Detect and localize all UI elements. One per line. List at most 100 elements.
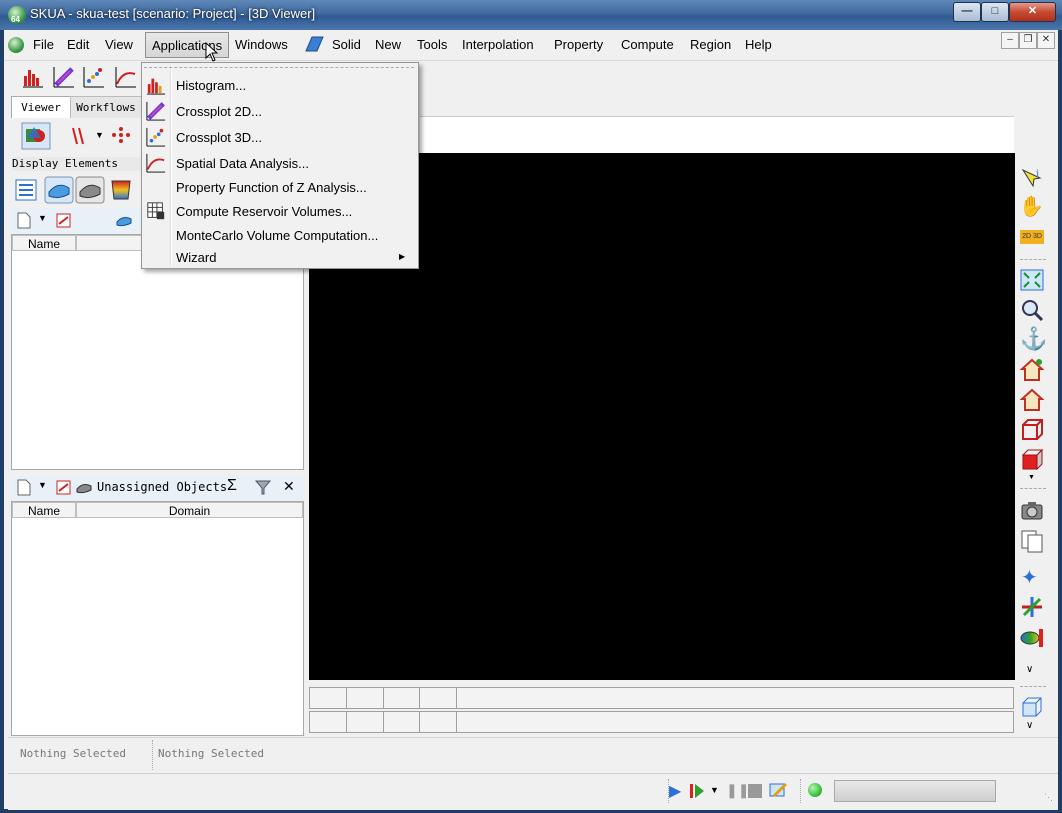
- menu-file[interactable]: File: [33, 37, 54, 52]
- histogram-icon[interactable]: [22, 66, 44, 88]
- play-icon[interactable]: ▶: [669, 781, 681, 801]
- play-dropdown-arrow-icon[interactable]: ▼: [710, 785, 719, 795]
- sum-icon[interactable]: Σ: [227, 477, 237, 495]
- menu-item-histogram[interactable]: Histogram...: [176, 78, 246, 93]
- menu-item-montecarlo-volume[interactable]: MonteCarlo Volume Computation...: [176, 228, 378, 243]
- surface-display-icon[interactable]: [44, 176, 74, 204]
- tab-workflows[interactable]: Workflows: [70, 96, 142, 120]
- grid-cell: [456, 711, 1014, 733]
- cube-view-icon[interactable]: [1020, 695, 1044, 719]
- new-document-icon[interactable]: [17, 212, 31, 229]
- funnel-filter-icon[interactable]: [255, 480, 271, 495]
- menu-item-spatial-data-analysis[interactable]: Spatial Data Analysis...: [176, 156, 309, 171]
- compass-icon[interactable]: ✦: [1021, 565, 1038, 590]
- pause-icon[interactable]: ❚❚: [726, 782, 749, 799]
- menu-item-property-function-z[interactable]: Property Function of Z Analysis...: [176, 180, 367, 195]
- solid-small-icon[interactable]: [75, 480, 93, 495]
- filter-red-icon[interactable]: [56, 213, 71, 228]
- crossplot-3d-icon[interactable]: [83, 66, 105, 88]
- mdi-close-button[interactable]: ✕: [1037, 32, 1055, 49]
- menu-windows[interactable]: Windows: [235, 37, 288, 52]
- 2d-3d-toggle-icon[interactable]: 2D 3D: [1020, 230, 1044, 244]
- select-objects-icon[interactable]: [21, 122, 51, 150]
- tear-off-line[interactable]: [144, 67, 414, 68]
- grid-cell: [419, 687, 457, 709]
- status-selection-left: Nothing Selected: [20, 747, 126, 760]
- edit-script-icon[interactable]: [768, 780, 788, 800]
- display-elements-toolbar: [11, 173, 141, 207]
- camera-icon[interactable]: [1020, 499, 1044, 521]
- menu-bar: File Edit View Applications Windows Soli…: [4, 30, 1058, 61]
- menu-new[interactable]: New: [375, 37, 401, 52]
- menu-help[interactable]: Help: [745, 37, 772, 52]
- home-set-icon[interactable]: [1020, 358, 1044, 382]
- points-icon[interactable]: [109, 124, 133, 146]
- expand-more-icon-2[interactable]: ∨: [1026, 720, 1033, 731]
- menu-item-crossplot-2d[interactable]: Crossplot 2D...: [176, 104, 262, 119]
- colormap-legend-icon[interactable]: [1020, 626, 1044, 650]
- new-document-icon[interactable]: [17, 479, 31, 496]
- fit-view-icon[interactable]: [1020, 269, 1044, 291]
- zoom-icon[interactable]: [1020, 298, 1044, 322]
- pan-hand-icon[interactable]: ✋: [1019, 194, 1044, 219]
- menu-view[interactable]: View: [105, 37, 133, 52]
- new-dropdown-arrow-icon[interactable]: ▼: [38, 213, 47, 223]
- filter-red-icon[interactable]: [56, 480, 71, 495]
- property-colormap-icon[interactable]: [109, 178, 133, 202]
- maximize-button[interactable]: □: [981, 2, 1009, 22]
- well-dropdown-arrow-icon[interactable]: ▼: [95, 130, 104, 140]
- menu-region[interactable]: Region: [690, 37, 731, 52]
- mdi-minimize-button[interactable]: –: [1001, 32, 1019, 49]
- unassigned-objects-label: Unassigned Objects: [97, 480, 228, 494]
- viewer-tools-row: ▼: [11, 118, 141, 154]
- menu-item-compute-reservoir-volumes[interactable]: Compute Reservoir Volumes...: [176, 204, 352, 219]
- expand-more-icon[interactable]: ∨: [1026, 664, 1033, 675]
- lower-col-domain[interactable]: Domain: [76, 502, 303, 518]
- status-divider: [800, 779, 802, 803]
- crossplot-2d-icon: [146, 101, 166, 121]
- step-play-icon[interactable]: [688, 782, 706, 800]
- menu-compute[interactable]: Compute: [621, 37, 674, 52]
- menu-tools[interactable]: Tools: [417, 37, 447, 52]
- tab-viewer[interactable]: Viewer: [11, 96, 71, 119]
- grid-cell: [346, 711, 384, 733]
- menu-edit[interactable]: Edit: [67, 37, 89, 52]
- histogram-icon: [146, 78, 166, 95]
- grid-cell: [456, 687, 1014, 709]
- grid-volume-icon: [147, 202, 165, 220]
- upper-object-list: Name: [11, 234, 304, 470]
- menu-solid[interactable]: Solid: [332, 37, 361, 52]
- menu-interpolation[interactable]: Interpolation: [462, 37, 534, 52]
- pick-info-icon[interactable]: i: [1020, 167, 1044, 191]
- stop-icon[interactable]: [748, 784, 762, 798]
- menu-item-crossplot-3d[interactable]: Crossplot 3D...: [176, 130, 262, 145]
- upper-col-name[interactable]: Name: [12, 235, 76, 251]
- lower-col-name[interactable]: Name: [12, 502, 76, 518]
- resize-grip-icon[interactable]: ⋱: [1044, 792, 1053, 803]
- surface-small-icon[interactable]: [115, 213, 133, 228]
- new-dropdown-arrow-icon[interactable]: ▼: [38, 480, 47, 490]
- close-panel-icon[interactable]: ✕: [283, 478, 295, 495]
- display-elements-label: Display Elements: [12, 157, 142, 171]
- menu-property[interactable]: Property: [554, 37, 603, 52]
- crossplot-2d-icon[interactable]: [53, 66, 75, 88]
- solid-display-icon[interactable]: [75, 176, 105, 204]
- minimize-button[interactable]: —: [953, 2, 981, 22]
- menu-gutter: [170, 65, 172, 266]
- solid-box-icon[interactable]: [1020, 448, 1044, 472]
- mdi-restore-button[interactable]: ❐: [1019, 32, 1037, 49]
- axes-icon[interactable]: [1020, 595, 1044, 619]
- grid-cell: [419, 711, 457, 733]
- more-tools-arrow-icon[interactable]: ▼: [1028, 474, 1035, 481]
- anchor-icon[interactable]: ⚓: [1020, 326, 1047, 352]
- close-button[interactable]: ✕: [1009, 2, 1056, 22]
- well-icon[interactable]: [69, 126, 91, 146]
- spatial-analysis-icon[interactable]: [115, 66, 137, 88]
- app-menu-icon[interactable]: [8, 37, 24, 53]
- list-view-icon[interactable]: [15, 179, 37, 201]
- wireframe-box-icon[interactable]: [1020, 418, 1044, 442]
- home-icon[interactable]: [1020, 388, 1044, 412]
- copy-pages-icon[interactable]: [1020, 529, 1044, 553]
- crossplot-3d-icon: [146, 127, 166, 147]
- menu-item-wizard[interactable]: Wizard: [176, 250, 216, 265]
